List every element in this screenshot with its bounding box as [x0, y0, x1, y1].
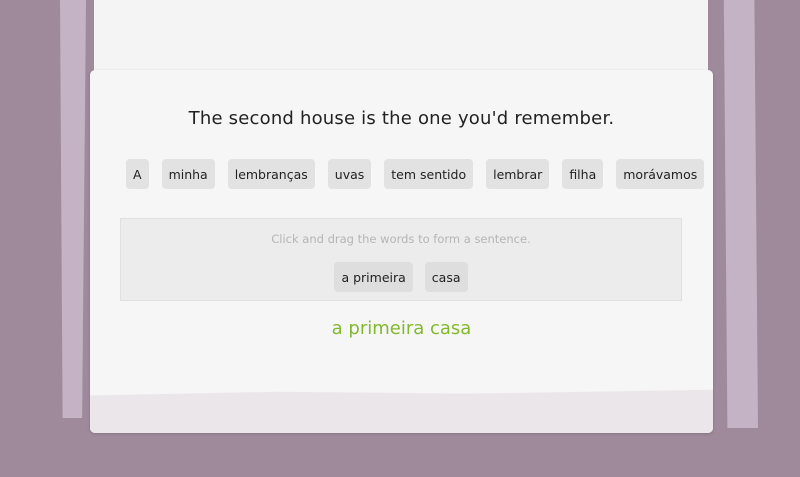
right-curtain-decoration [723, 0, 758, 428]
result-sentence: a primeira casa [331, 318, 472, 339]
left-curtain-decoration [60, 0, 86, 418]
word-chip-minha[interactable]: minha [161, 159, 215, 189]
answer-drop-zone[interactable]: Click and drag the words to form a sente… [120, 218, 682, 301]
drop-zone-hint: Click and drag the words to form a sente… [271, 232, 531, 246]
word-chip-tem-sentido[interactable]: tem sentido [384, 159, 474, 189]
placed-words: a primeira casa [121, 262, 681, 292]
word-chip-moravamos[interactable]: morávamos [616, 159, 705, 189]
word-chip-uvas[interactable]: uvas [327, 159, 372, 189]
placed-chip-casa[interactable]: casa [424, 262, 468, 292]
word-chip-filha[interactable]: filha [562, 159, 604, 189]
prompt-sentence: The second house is the one you'd rememb… [188, 108, 615, 129]
word-bank: A minha lembranças uvas tem sentido lemb… [126, 159, 713, 189]
exercise-card: The second house is the one you'd rememb… [90, 70, 713, 433]
word-chip-a[interactable]: A [126, 159, 149, 189]
word-chip-lembrancas[interactable]: lembranças [227, 159, 315, 189]
placed-chip-a-primeira[interactable]: a primeira [334, 262, 413, 292]
word-chip-lembrar[interactable]: lembrar [486, 159, 550, 189]
